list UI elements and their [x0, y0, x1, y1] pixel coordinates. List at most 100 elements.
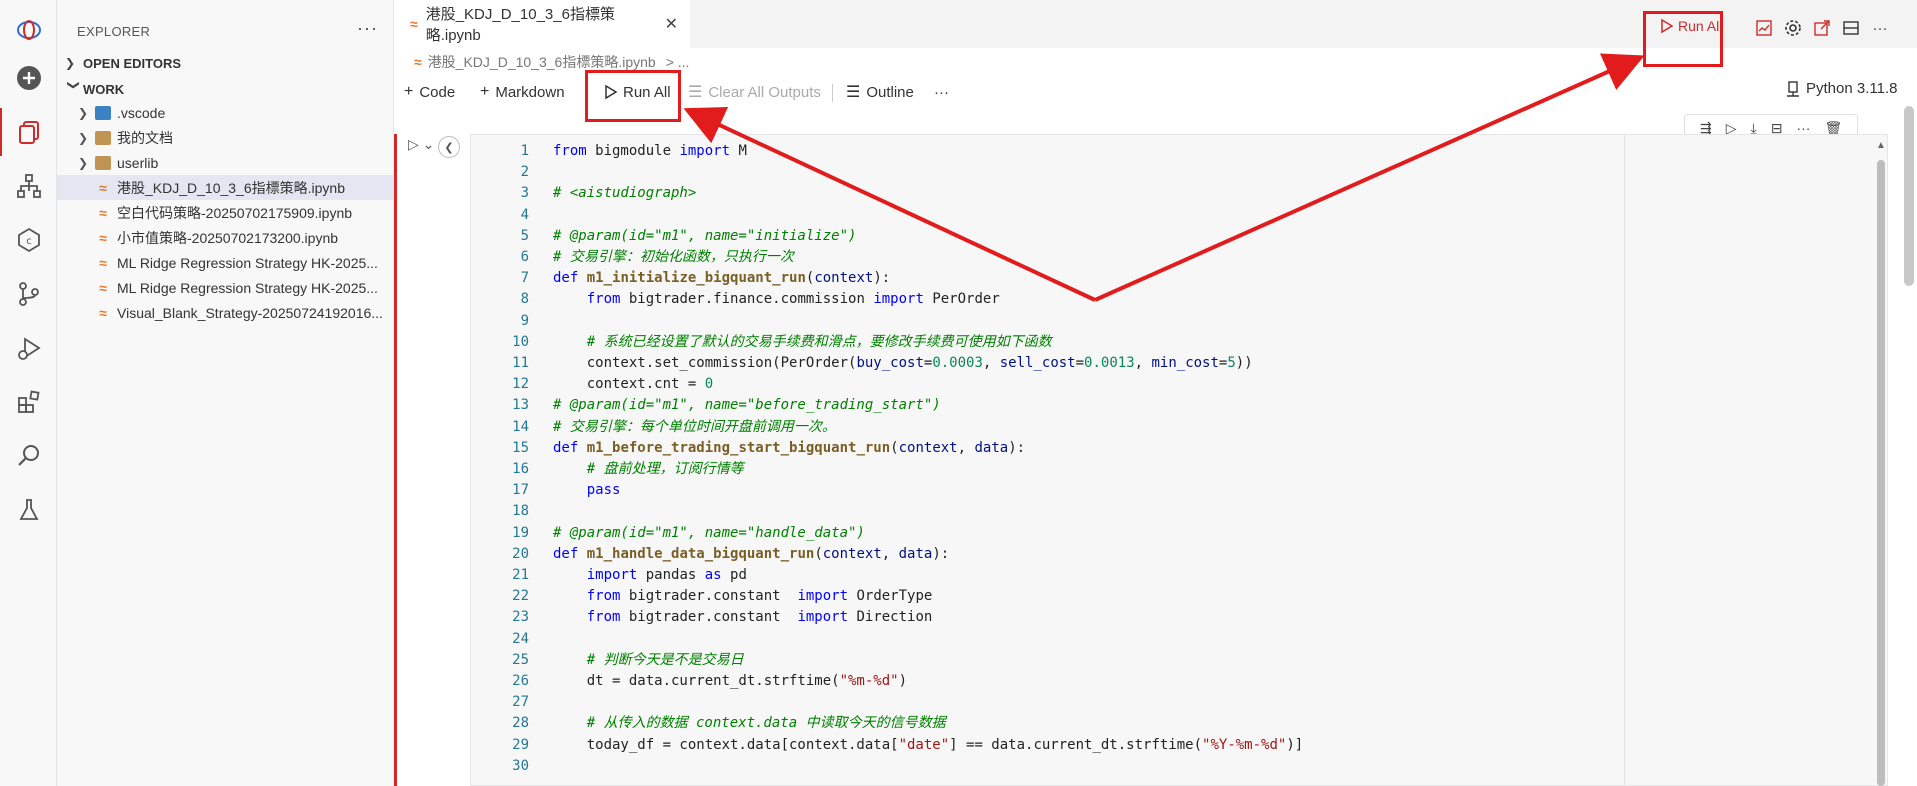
- folder-icon: [95, 130, 111, 145]
- collapse-icon[interactable]: ❮: [438, 136, 460, 158]
- outline-button[interactable]: ☰ Outline: [846, 80, 914, 104]
- breadcrumb[interactable]: ≈ 港股_KDJ_D_10_3_6指標策略.ipynb > ...: [414, 52, 689, 72]
- code-line: 4: [471, 205, 1887, 226]
- code-token: ,: [982, 355, 1000, 371]
- code-token: bigtrader.constant: [620, 588, 798, 605]
- kernel-picker[interactable]: Python 3.11.8: [1786, 80, 1897, 97]
- code-token: # @param(id="m1", name="initialize"): [553, 227, 857, 244]
- tree-item-notebook[interactable]: ≈ ML Ridge Regression Strategy HK-2025...: [57, 275, 393, 300]
- tree-item-notebook[interactable]: ≈ 港股_KDJ_D_10_3_6指標策略.ipynb: [57, 175, 393, 200]
- line-number: 29: [512, 736, 529, 753]
- tab-title: 港股_KDJ_D_10_3_6指標策略.ipynb: [425, 6, 615, 44]
- tree-item-notebook[interactable]: ≈ 小市值策略-20250702173200.ipynb: [57, 225, 393, 250]
- code-line: 29 today_df = context.data[context.data[…: [471, 735, 1887, 756]
- code-token: min_cost: [1151, 355, 1219, 371]
- code-token: m1_before_trading_start_bigquant_run: [586, 439, 891, 456]
- export-icon[interactable]: [1812, 18, 1832, 38]
- clear-outputs-button[interactable]: ☰ Clear All Outputs: [688, 80, 821, 104]
- line-number: 23: [512, 609, 529, 626]
- code-token: # @param(id="m1", name="handle_data"): [553, 524, 865, 541]
- code-token: (: [890, 439, 899, 456]
- tree-item-label: ML Ridge Regression Strategy HK-2025...: [117, 279, 378, 296]
- gear-icon[interactable]: [1783, 18, 1803, 38]
- plus-icon: +: [480, 83, 490, 100]
- tree-item-folder[interactable]: ❯ 我的文档: [57, 125, 393, 150]
- code-token: # 盘前处理，订阅行情等: [586, 461, 744, 477]
- code-line: 26 dt = data.current_dt.strftime("%m-%d"…: [471, 671, 1887, 692]
- new-icon[interactable]: [0, 54, 57, 102]
- open-editors-label: OPEN EDITORS: [83, 55, 182, 71]
- more-actions-icon[interactable]: ···: [1870, 18, 1890, 38]
- code-token: )]: [1286, 736, 1304, 753]
- explorer-more-icon[interactable]: ···: [357, 18, 378, 39]
- code-token: ):: [932, 545, 950, 562]
- workflow-icon[interactable]: [0, 162, 57, 210]
- toolbar-divider: [832, 84, 833, 102]
- plus-icon: +: [404, 83, 414, 100]
- editor-scrollbar[interactable]: [1904, 106, 1914, 286]
- tree-item-label: 我的文档: [117, 129, 173, 146]
- code-editor[interactable]: 1 from bigmodule import M 2 3 # <aistudiogra…: [470, 134, 1888, 786]
- code-token: context.set_commission(PerOrder(: [553, 355, 857, 371]
- add-code-button[interactable]: + Code: [404, 80, 455, 104]
- code-line: 20 def m1_handle_data_bigquant_run(contex…: [471, 544, 1887, 565]
- code-token: from: [586, 291, 621, 308]
- code-line: 19 # @param(id="m1", name="handle_data"): [471, 523, 1887, 544]
- code-token: # 从传入的数据 context.data 中读取今天的信号数据: [586, 715, 946, 732]
- source-control-icon[interactable]: [0, 270, 57, 318]
- code-line: 25 # 判断今天是不是交易日: [471, 650, 1887, 671]
- tree-item-notebook[interactable]: ≈ Visual_Blank_Strategy-20250724192016...: [57, 300, 393, 325]
- code-text: context.set_commission(PerOrder(buy_cost…: [553, 353, 1253, 374]
- cell-scrollbar[interactable]: [1877, 160, 1885, 786]
- extensions-icon[interactable]: [0, 378, 57, 426]
- flask-icon[interactable]: [0, 486, 57, 534]
- close-icon[interactable]: ✕: [665, 14, 678, 34]
- code-text: # @param(id="m1", name="before_trading_s…: [553, 395, 941, 416]
- search-icon[interactable]: [0, 432, 57, 480]
- code-token: ,: [1134, 355, 1152, 371]
- add-markdown-button[interactable]: + Markdown: [480, 80, 565, 104]
- code-token: today_df = context.data[context.data[: [553, 736, 899, 753]
- explorer-sidebar: EXPLORER ··· ❯ OPEN EDITORS ❯ WORK ❯ .vsc…: [57, 0, 394, 786]
- toolbar-more-button[interactable]: ···: [934, 80, 949, 104]
- code-token: # 系统已经设置了默认的交易手续费和滑点，要修改手续费可使用如下函数: [586, 333, 1052, 350]
- breadcrumb-file[interactable]: 港股_KDJ_D_10_3_6指標策略.ipynb: [428, 52, 656, 72]
- hexagon-icon[interactable]: c: [0, 216, 57, 264]
- code-line: 23 from bigtrader.constant import Direct…: [471, 607, 1887, 628]
- code-token: dt = data.current_dt.strftime(: [553, 673, 840, 689]
- tab-notebook[interactable]: ≈ 港股_KDJ_D_10_3_6指標策略.ipynb ✕: [394, 0, 690, 48]
- code-text: # <aistudiograph>: [553, 183, 696, 204]
- line-number: 1: [520, 143, 529, 159]
- line-number: 24: [512, 630, 529, 647]
- tree-item-folder[interactable]: ❯ userlib: [57, 150, 393, 175]
- open-editors-section[interactable]: ❯ OPEN EDITORS: [65, 51, 181, 75]
- notebook-icon: ≈: [99, 304, 107, 321]
- code-line: 30: [471, 756, 1887, 777]
- code-text: # @param(id="m1", name="initialize"): [553, 226, 856, 247]
- code-token: "%m-%d": [839, 673, 899, 689]
- code-line: 3 # <aistudiograph>: [471, 183, 1887, 204]
- scroll-up-icon[interactable]: ▲: [1876, 140, 1886, 151]
- code-text: # @param(id="m1", name="handle_data"): [553, 523, 865, 544]
- code-token: ] == data.current_dt.strftime(: [949, 736, 1203, 753]
- code-token: PerOrder: [923, 291, 1000, 308]
- tree-item-notebook[interactable]: ≈ ML Ridge Regression Strategy HK-2025...: [57, 250, 393, 275]
- add-code-label: Code: [419, 83, 456, 101]
- work-section[interactable]: ❯ WORK: [65, 77, 124, 101]
- logo-icon: [0, 6, 57, 54]
- code-text: pass: [553, 480, 621, 501]
- run-debug-icon[interactable]: [0, 324, 57, 372]
- tree-item-folder[interactable]: ❯ .vscode: [57, 100, 393, 125]
- annotation-box-run-all: [585, 70, 681, 122]
- code-line: 13 # @param(id="m1", name="before_trading…: [471, 395, 1887, 416]
- split-editor-icon[interactable]: [1841, 18, 1861, 38]
- chart-icon[interactable]: [1754, 18, 1774, 38]
- code-token: from: [586, 609, 621, 626]
- run-cell-button[interactable]: ▷ ⌄: [408, 136, 434, 153]
- tree-item-notebook[interactable]: ≈ 空白代码策略-20250702175909.ipynb: [57, 200, 393, 225]
- line-number: 19: [512, 524, 529, 541]
- explorer-icon[interactable]: [0, 108, 57, 156]
- chevron-right-icon: ❯: [77, 155, 89, 170]
